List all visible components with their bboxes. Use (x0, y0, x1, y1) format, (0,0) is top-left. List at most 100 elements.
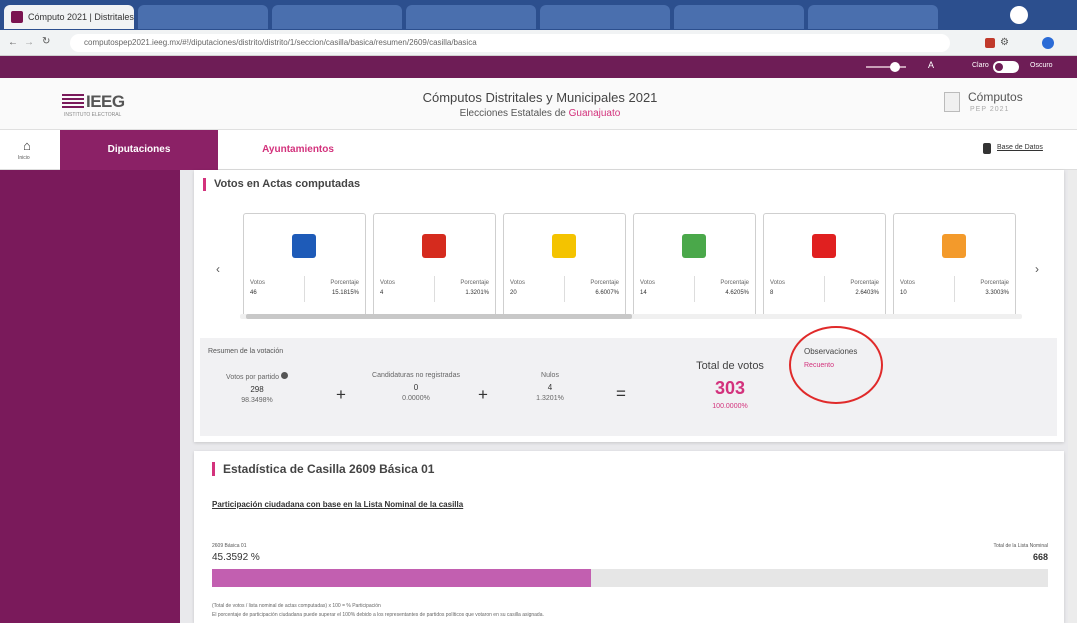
page-subtitle: Elecciones Estatales de Guanajuato (340, 108, 740, 119)
carousel-prev-icon[interactable]: ‹ (216, 262, 220, 276)
equals-sign: = (616, 384, 626, 403)
font-size-slider[interactable] (866, 66, 906, 68)
favicon-icon (11, 11, 23, 23)
no-registradas-pct: 0.0000% (402, 395, 430, 402)
profile-icon[interactable] (1010, 6, 1028, 24)
page-header: IEEG INSTITUTO ELECTORAL Cómputos Distri… (0, 78, 1077, 130)
main-nav: ⌂ Inicio Diputaciones Ayuntamientos Base… (0, 130, 1077, 170)
forward-icon[interactable]: → (24, 37, 34, 48)
party-votes-value: 20 (510, 290, 517, 296)
extension-icon[interactable] (985, 38, 995, 48)
party-pct-label: Porcentaje (980, 280, 1009, 286)
party-pct-label: Porcentaje (330, 280, 359, 286)
partidos-label: Votos por partido (226, 374, 279, 381)
browser-tab[interactable] (138, 5, 268, 29)
prd-logo-icon (552, 234, 576, 258)
party-votes-value: 10 (900, 290, 907, 296)
summary-total: Total de votos 303 100.0000% (680, 360, 780, 410)
party-votes-value: 8 (770, 290, 774, 296)
theme-label-dark: Oscuro (1030, 62, 1053, 69)
extension-icon[interactable]: ⚙ (1000, 37, 1009, 48)
summary-no-registradas: Candidaturas no registradas 0 0.0000% (366, 372, 466, 402)
computos-badge-icon (944, 92, 960, 112)
browser-tab[interactable] (674, 5, 804, 29)
carousel-next-icon[interactable]: › (1035, 262, 1039, 276)
summary-box (200, 338, 1057, 436)
info-icon[interactable] (280, 372, 288, 379)
party-votes-value: 4 (380, 290, 384, 296)
participation-bar-fill (212, 569, 592, 587)
stats-note-1: (Total de votos / lista nominal de actas… (212, 603, 381, 609)
theme-toggle-knob (995, 63, 1003, 71)
party-pct-value: 2.6403% (855, 290, 879, 296)
observaciones-label: Observaciones (804, 347, 858, 356)
party-pct-value: 6.6007% (595, 290, 619, 296)
party-card[interactable]: Votos 46 Porcentaje 15.1815% (243, 213, 366, 318)
total-value: 303 (714, 378, 746, 398)
tab-diputaciones-label: Diputaciones (107, 144, 171, 155)
tab-diputaciones[interactable]: Diputaciones (60, 130, 218, 170)
browser-tab[interactable] (272, 5, 402, 29)
nulos-pct: 1.3201% (536, 395, 564, 402)
casilla-label: 2609 Básica 01 (212, 543, 247, 549)
page-scrollbar[interactable] (1068, 170, 1077, 623)
party-card-divider (564, 276, 565, 302)
back-icon[interactable]: ← (8, 37, 18, 48)
party-card[interactable]: Votos 4 Porcentaje 1.3201% (373, 213, 496, 318)
party-pct-value: 3.3003% (985, 290, 1009, 296)
party-card-divider (824, 276, 825, 302)
pt-logo-icon (812, 234, 836, 258)
carousel-scrollbar-thumb[interactable] (246, 314, 632, 319)
party-votes-label: Votos (640, 280, 656, 286)
pvem-logo-icon (682, 234, 706, 258)
no-registradas-value: 0 (413, 383, 419, 392)
page-title: Cómputos Distritales y Municipales 2021 (422, 90, 658, 105)
carousel-scrollbar[interactable] (240, 314, 1022, 319)
home-button[interactable]: ⌂ Inicio (0, 130, 60, 170)
nulos-value: 4 (547, 383, 553, 392)
party-card[interactable]: Votos 10 Porcentaje 3.3003% (893, 213, 1016, 318)
party-card-divider (694, 276, 695, 302)
party-pct-label: Porcentaje (590, 280, 619, 286)
stats-section-title: Estadística de Casilla 2609 Básica 01 (212, 462, 434, 476)
sidebar (0, 170, 180, 623)
pan-logo-icon (292, 234, 316, 258)
observaciones-value: Recuento (804, 362, 834, 369)
database-link[interactable]: Base de Datos (983, 141, 1063, 159)
app-top-strip: A Claro Oscuro (0, 56, 1077, 78)
browser-tab-bar: Cómputo 2021 | Distritales (0, 0, 1077, 30)
browser-tab[interactable] (808, 5, 938, 29)
lista-nominal-label: Total de la Lista Nominal (993, 543, 1048, 549)
font-size-slider-handle[interactable] (890, 62, 900, 72)
party-pct-value: 15.1815% (331, 290, 359, 296)
stats-card (194, 451, 1064, 623)
stats-note-2: El porcentaje de participación ciudadana… (212, 612, 544, 618)
participation-percent: 45.3592 % (212, 552, 260, 563)
mc-logo-icon (942, 234, 966, 258)
party-card[interactable]: Votos 14 Porcentaje 4.6205% (633, 213, 756, 318)
party-pct-label: Porcentaje (850, 280, 879, 286)
account-icon[interactable] (1042, 37, 1054, 49)
party-card-divider (304, 276, 305, 302)
no-registradas-label: Candidaturas no registradas (372, 372, 460, 379)
browser-tab[interactable] (540, 5, 670, 29)
subtitle-prefix: Elecciones Estatales de (459, 108, 569, 119)
total-label: Total de votos (696, 360, 764, 372)
browser-tab-active[interactable]: Cómputo 2021 | Distritales (4, 5, 134, 29)
theme-toggle[interactable] (993, 61, 1019, 73)
party-votes-label: Votos (770, 280, 786, 286)
tab-ayuntamientos[interactable]: Ayuntamientos (218, 130, 378, 170)
party-card-divider (954, 276, 955, 302)
browser-tab[interactable] (406, 5, 536, 29)
party-pct-label: Porcentaje (720, 280, 749, 286)
party-votes-label: Votos (510, 280, 526, 286)
participation-link[interactable]: Participación ciudadana con base en la L… (212, 500, 463, 509)
party-card[interactable]: Votos 20 Porcentaje 6.6007% (503, 213, 626, 318)
computos-badge-sub: PEP 2021 (970, 106, 1010, 113)
party-card[interactable]: Votos 8 Porcentaje 2.6403% (763, 213, 886, 318)
tab-title: Cómputo 2021 | Distritales (28, 12, 134, 22)
reload-icon[interactable]: ↻ (42, 36, 50, 47)
address-bar: ← → ↻ computospep2021.ieeg.mx/#!/diputac… (0, 30, 1077, 56)
url-input[interactable]: computospep2021.ieeg.mx/#!/diputaciones/… (70, 34, 950, 52)
party-votes-label: Votos (380, 280, 396, 286)
